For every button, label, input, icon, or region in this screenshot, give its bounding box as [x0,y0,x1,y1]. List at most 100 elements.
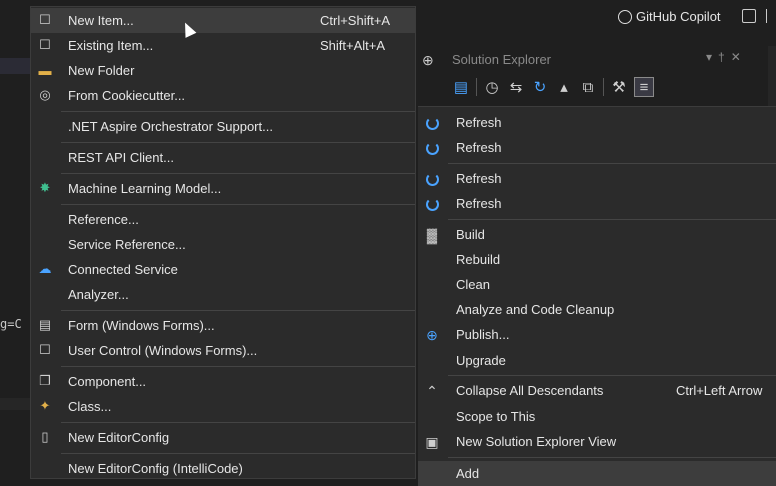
menu-item-label: Refresh [456,140,502,155]
menu-item-new-editorconfig-intellicode[interactable]: New EditorConfig (IntelliCode) [31,456,415,481]
editorconfig-icon: ▯ [41,429,49,444]
menu-item-scope-to-this[interactable]: Scope to This [418,404,776,429]
menu-item-new-item[interactable]: ☐ New Item... Ctrl+Shift+A [31,8,415,33]
class-icon: ✦ [39,398,51,413]
new-view-icon: ▣ [425,433,439,450]
menu-item-label: Existing Item... [68,38,154,53]
toolbar-separator [476,78,477,96]
menu-item-refresh[interactable]: Refresh [418,135,776,160]
menu-item-refresh[interactable]: Refresh [418,191,776,216]
refresh-icon [423,170,441,188]
connected-service-icon: ☁ [38,261,52,276]
menu-item-form[interactable]: ▤ Form (Windows Forms)... [31,313,415,338]
build-icon: ▓ [426,227,438,243]
menu-item-label: Publish... [456,327,510,342]
toolbar-separator [603,78,604,96]
refresh-icon [423,139,441,157]
menu-item-ml-model[interactable]: ✸ Machine Learning Model... [31,176,415,201]
menu-item-label: Collapse All Descendants [456,383,604,398]
component-icon: ❐ [39,373,51,388]
menu-item-label: Machine Learning Model... [68,181,222,196]
menu-item-shortcut: Ctrl+Left Arrow [676,383,763,398]
menu-item-analyzer[interactable]: Analyzer... [31,282,415,307]
show-all-files-icon[interactable]: ⧉ [579,78,597,96]
menu-item-rest-api-client[interactable]: REST API Client... [31,145,415,170]
menu-item-label: Refresh [456,171,502,186]
menu-separator [61,204,415,205]
menu-item-label: New Folder [68,63,135,78]
pin-icon[interactable]: ⊕ [422,52,434,69]
menu-item-user-control[interactable]: ☐ User Control (Windows Forms)... [31,338,415,363]
properties-icon[interactable]: ⚒ [610,78,628,96]
menu-separator [448,457,776,458]
menu-item-label: Reference... [68,212,139,227]
menu-item-new-folder[interactable]: ▬ New Folder [31,58,415,83]
copilot-label: GitHub Copilot [636,9,721,24]
menu-separator [61,111,415,112]
menu-item-clean[interactable]: Clean [418,272,776,297]
menu-separator [61,142,415,143]
publish-icon: ⊕ [426,326,438,343]
refresh-icon [423,114,441,132]
menu-item-label: Component... [68,374,147,389]
existing-item-icon: ☐ [39,37,51,52]
menu-item-label: Scope to This [456,409,536,424]
account-icon[interactable] [766,9,776,23]
sync-icon[interactable]: ⇆ [507,78,525,96]
menu-item-component[interactable]: ❐ Component... [31,369,415,394]
menu-item-new-editorconfig[interactable]: ▯ New EditorConfig [31,425,415,450]
menu-item-build[interactable]: ▓ Build [418,222,776,247]
menu-item-label: Form (Windows Forms)... [68,318,215,333]
solution-context-menu: Refresh Refresh Refresh Refresh ▓ Build … [418,106,776,486]
collapse-all-icon[interactable]: ▴ [555,78,573,96]
menu-item-add[interactable]: Add [418,461,776,486]
menu-separator [61,173,415,174]
menu-item-label: User Control (Windows Forms)... [68,343,258,358]
menu-item-rebuild[interactable]: Rebuild [418,247,776,272]
menu-item-aspire[interactable]: .NET Aspire Orchestrator Support... [31,114,415,139]
menu-separator [61,422,415,423]
menu-item-class[interactable]: ✦ Class... [31,394,415,419]
menu-item-from-cookiecutter[interactable]: ◎ From Cookiecutter... [31,83,415,108]
menu-item-collapse-all[interactable]: ⌃ Collapse All Descendants Ctrl+Left Arr… [418,378,776,403]
menu-item-label: New Item... [68,13,134,28]
menu-item-refresh[interactable]: Refresh [418,110,776,135]
github-copilot-button[interactable]: GitHub Copilot [618,9,721,24]
editor-background: g=C [0,0,30,479]
menu-item-service-reference[interactable]: Service Reference... [31,232,415,257]
preview-selected-icon[interactable]: ≡ [634,77,654,97]
switch-views-icon[interactable]: ▤ [452,78,470,96]
form-icon: ▤ [38,317,52,332]
menu-separator [61,453,415,454]
menu-item-upgrade[interactable]: Upgrade [418,348,776,373]
chevron-up-icon: ⌃ [426,382,438,399]
menu-item-new-se-view[interactable]: ▣ New Solution Explorer View [418,429,776,454]
menu-separator [448,219,776,220]
menu-item-analyze-cleanup[interactable]: Analyze and Code Cleanup [418,297,776,322]
refresh-toolbar-icon[interactable]: ↻ [531,78,549,96]
menu-separator [448,375,776,376]
menu-item-label: From Cookiecutter... [68,88,186,103]
menu-item-refresh[interactable]: Refresh [418,166,776,191]
tool-strip [418,35,448,115]
menu-item-shortcut: Ctrl+Shift+A [320,13,391,28]
menu-item-label: .NET Aspire Orchestrator Support... [68,119,273,134]
menu-item-label: REST API Client... [68,150,174,165]
copilot-icon [618,9,632,24]
menu-item-reference[interactable]: Reference... [31,207,415,232]
menu-item-label: Upgrade [456,353,506,368]
menu-item-connected-service[interactable]: ☁ Connected Service [31,257,415,282]
menu-item-label: Class... [68,399,112,414]
menu-item-publish[interactable]: ⊕ Publish... [418,322,776,347]
pending-changes-icon[interactable]: ◷ [483,78,501,96]
menu-item-existing-item[interactable]: ☐ Existing Item... Shift+Alt+A [31,33,415,58]
menu-item-label: Analyze and Code Cleanup [456,302,615,317]
menu-separator [61,310,415,311]
menu-separator [61,366,415,367]
window-controls[interactable]: ▾†✕ [706,50,747,64]
share-icon[interactable] [742,9,756,23]
menu-item-label: Connected Service [68,262,178,277]
menu-item-label: Rebuild [456,252,501,267]
menu-item-label: Build [456,227,485,242]
new-item-icon: ☐ [39,12,51,27]
